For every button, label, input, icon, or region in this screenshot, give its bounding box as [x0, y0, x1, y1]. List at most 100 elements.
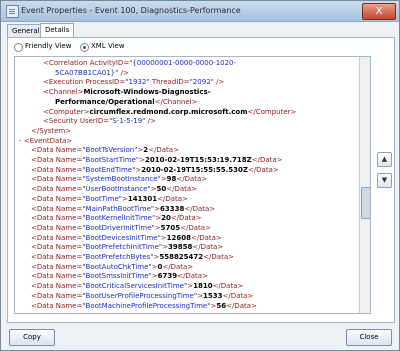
xml-view-radio[interactable] [80, 43, 89, 52]
xml-token: </Data> [157, 194, 188, 203]
xml-token: </System> [31, 126, 72, 135]
xml-view-label[interactable]: XML View [91, 42, 125, 50]
xml-line: <Data Name="BootUserProfileProcessingTim… [31, 292, 253, 301]
xml-token: <Data Name= [31, 253, 83, 261]
xml-token: 56 [216, 301, 227, 310]
xml-token: /> [118, 68, 129, 77]
xml-viewer[interactable]: <Correlation ActivityID="{00000001-0000-… [14, 56, 371, 314]
event-properties-window: Event Properties - Event 100, Diagnostic… [0, 0, 400, 351]
xml-token: 20 [161, 214, 171, 223]
xml-token: </Channel> [154, 97, 198, 106]
xml-token: "S-1-5-19" [109, 117, 146, 126]
xml-token: Microsoft-Windows-Diagnostics- [83, 88, 211, 97]
xml-token: </Data> [162, 262, 194, 271]
xml-token: </Data> [166, 185, 198, 194]
xml-token: <Data Name= [31, 185, 83, 194]
xml-token: "BootDriverInitTime" [82, 223, 155, 232]
xml-token: 63338 [159, 204, 185, 213]
xml-token: </Data> [177, 272, 208, 281]
xml-token: </Data> [203, 253, 234, 261]
xml-line: <Data Name="BootAutoChkTime">0</Data> [31, 263, 193, 272]
xml-token: "BootMachineProfileProcessingTime" [82, 301, 211, 310]
xml-token: </Data> [148, 146, 179, 155]
xml-line: <Computer>circumflex.redmond.corp.micros… [43, 108, 296, 117]
tab-details[interactable]: Details [40, 23, 75, 38]
xml-token: <Data Name= [31, 165, 83, 174]
xml-token: <Data Name= [31, 175, 83, 184]
xml-line: </System> [31, 127, 71, 136]
window-title: Event Properties - Event 100, Diagnostic… [21, 6, 241, 15]
friendly-view-radio[interactable] [14, 43, 23, 52]
tab-general[interactable]: General [7, 24, 45, 37]
xml-line: <Data Name="BootMachineProfileProcessing… [31, 302, 257, 311]
xml-token: 141301 [127, 194, 158, 203]
xml-token: "MainPathBootTime" [82, 204, 155, 213]
xml-token: </Data> [251, 156, 283, 164]
xml-token: /> [145, 117, 156, 126]
xml-line: <Correlation ActivityID="{00000001-0000-… [43, 59, 236, 68]
xml-line: <Channel>Microsoft-Windows-Diagnostics- [43, 88, 211, 97]
close-window-button[interactable]: X [362, 3, 396, 20]
xml-token: <Data Name= [31, 223, 83, 232]
xml-token: /> [213, 78, 225, 87]
xml-token: </Data> [212, 282, 244, 291]
event-log-icon [6, 5, 19, 18]
xml-line: <Data Name="BootTsVersion">2</Data> [31, 146, 179, 155]
details-panel: Friendly View XML View <Correlation Acti… [7, 37, 395, 323]
xml-token: 98 [166, 175, 177, 184]
xml-line: <Data Name="BootTime">141301</Data> [31, 195, 188, 204]
xml-token: 39858 [168, 243, 193, 252]
xml-token: 6739 [157, 272, 178, 281]
xml-token: 1533 [203, 291, 223, 300]
xml-token: <Data Name= [31, 204, 83, 213]
xml-line: <Data Name="BootStartTime">2010-02-19T15… [31, 156, 283, 165]
xml-token: "1932" [125, 78, 150, 87]
xml-line: - <EventData> [19, 137, 72, 146]
xml-line: <Data Name="MainPathBootTime">63338</Dat… [31, 205, 215, 214]
xml-token: "BootEndTime" [82, 165, 136, 174]
xml-token: <Data Name= [31, 272, 83, 281]
xml-token: <Data Name= [31, 233, 83, 242]
xml-token: "BootStartTime" [82, 156, 140, 164]
xml-token: </Data> [176, 175, 208, 184]
xml-token: "BootKernelInitTime" [82, 214, 156, 223]
xml-token: <Data Name= [31, 301, 83, 310]
xml-token: <Computer> [43, 107, 90, 116]
title-bar[interactable]: Event Properties - Event 100, Diagnostic… [1, 1, 399, 22]
xml-line: <Execution ProcessID="1932" ThreadID="20… [43, 78, 224, 87]
xml-token: "SystemBootInstance" [82, 175, 161, 184]
xml-token: <Data Name= [31, 156, 83, 164]
xml-token: "2092" [189, 78, 214, 87]
friendly-view-label[interactable]: Friendly View [25, 42, 71, 50]
close-button[interactable]: Close [346, 329, 392, 346]
xml-token: <Channel> [43, 88, 84, 97]
xml-token: </Data> [226, 301, 257, 310]
xml-token: 558825472 [159, 253, 204, 261]
xml-token: Performance/Operational [55, 97, 155, 106]
xml-line: <Data Name="BootCriticalServicesInitTime… [31, 282, 243, 291]
xml-token: </Data> [180, 223, 211, 232]
xml-token: </Data> [222, 291, 254, 300]
xml-token: </Data> [192, 243, 224, 252]
xml-token: 50 [156, 185, 167, 194]
copy-button[interactable]: Copy [9, 329, 55, 346]
xml-line: <Data Name="BootPrefetchBytes">558825472… [31, 253, 234, 262]
xml-line: <Data Name="BootSmssInitTime">6739</Data… [31, 272, 208, 281]
move-down-arrow-icon[interactable]: ▼ [377, 173, 392, 188]
xml-line: 5CA07BB1CA01}" /> [55, 69, 129, 78]
xml-token: "BootDevicesInitTime" [82, 233, 161, 242]
xml-token: <Correlation ActivityID= [43, 59, 130, 67]
xml-token: 2010-02-19T15:55:55.530Z [141, 165, 248, 174]
xml-token: circumflex.redmond.corp.microsoft.com [89, 107, 248, 116]
xml-token: <Data Name= [31, 194, 83, 203]
xml-token: <Security UserID= [43, 117, 110, 126]
xml-token: </Data> [170, 214, 202, 223]
xml-token: </Computer> [247, 107, 297, 116]
xml-token: "BootUserProfileProcessingTime" [82, 291, 198, 300]
xml-token: <Data Name= [31, 214, 83, 223]
scrollbar-thumb[interactable] [361, 187, 370, 219]
xml-scrollbar[interactable] [359, 57, 370, 313]
xml-token: - <EventData> [19, 136, 73, 145]
xml-token: 5CA07BB1CA01}" [55, 68, 119, 77]
move-up-arrow-icon[interactable]: ▲ [377, 152, 392, 167]
